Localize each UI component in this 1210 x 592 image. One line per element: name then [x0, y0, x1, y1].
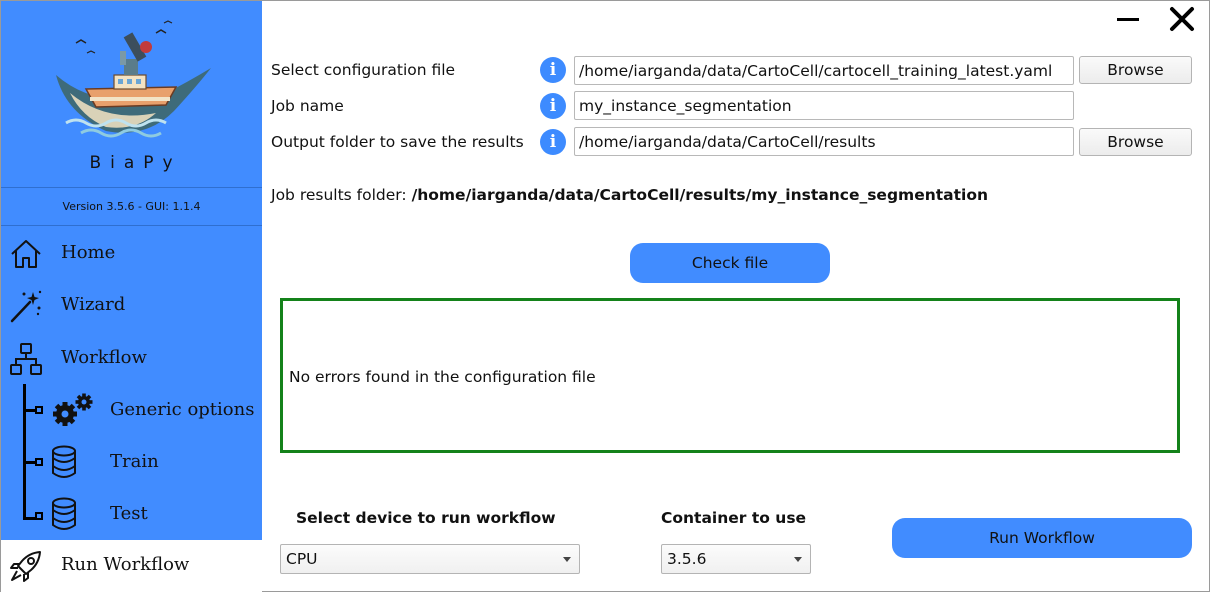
info-icon[interactable]: i: [540, 93, 566, 119]
sidebar-item-train[interactable]: Train: [1, 438, 262, 486]
tree-node: [35, 458, 43, 466]
output-folder-label: Output folder to save the results: [271, 133, 524, 151]
info-glyph: i: [549, 60, 557, 80]
sidebar-item-label: Test: [110, 503, 148, 524]
device-title: Select device to run workflow: [296, 509, 556, 527]
gears-icon: [53, 393, 93, 426]
app-window: BiaPy Version 3.5.6 - GUI: 1.1.4 Home Wi…: [0, 0, 1210, 592]
config-file-input[interactable]: [574, 56, 1074, 85]
config-browse-button[interactable]: Browse: [1079, 56, 1192, 84]
job-results-path: /home/iarganda/data/CartoCell/results/my…: [411, 186, 989, 204]
job-name-label: Job name: [271, 97, 344, 115]
biapy-logo: [56, 20, 211, 138]
sidebar-divider: [1, 225, 262, 226]
minimize-icon[interactable]: [1115, 7, 1141, 31]
sidebar-item-label: Run Workflow: [61, 554, 190, 575]
job-name-input[interactable]: [574, 91, 1074, 120]
output-folder-input[interactable]: [574, 127, 1074, 156]
logo-area: BiaPy: [1, 1, 262, 187]
run-workflow-button[interactable]: Run Workflow: [892, 518, 1192, 558]
device-selected-value: CPU: [286, 550, 318, 568]
sidebar-item-generic-options[interactable]: Generic options: [1, 386, 262, 434]
info-icon[interactable]: i: [540, 57, 566, 83]
info-glyph: i: [549, 132, 557, 152]
info-glyph: i: [549, 96, 557, 116]
job-results-folder: Job results folder: /home/iarganda/data/…: [271, 186, 988, 204]
magic-wand-icon: [10, 290, 42, 323]
check-result-box: No errors found in the configuration fil…: [280, 298, 1180, 453]
sidebar-item-label: Generic options: [110, 399, 255, 420]
sidebar-item-wizard[interactable]: Wizard: [1, 281, 262, 329]
database-icon: [52, 445, 76, 478]
rocket-icon: [10, 551, 41, 582]
device-select[interactable]: CPU: [280, 544, 580, 574]
container-selected-value: 3.5.6: [667, 550, 707, 568]
container-title: Container to use: [661, 509, 807, 527]
version-label: Version 3.5.6 - GUI: 1.1.4: [62, 200, 201, 213]
workflow-icon: [10, 343, 42, 375]
brand-name: BiaPy: [89, 153, 182, 173]
sidebar-item-run-workflow[interactable]: Run Workflow: [1, 540, 262, 592]
sidebar-item-home[interactable]: Home: [1, 229, 262, 277]
sidebar: BiaPy Version 3.5.6 - GUI: 1.1.4 Home Wi…: [1, 1, 262, 592]
tree-node: [35, 406, 43, 414]
chevron-down-icon: [563, 557, 571, 562]
sidebar-item-test[interactable]: Test: [1, 490, 262, 538]
job-results-label: Job results folder:: [271, 186, 407, 204]
sidebar-item-workflow[interactable]: Workflow: [1, 334, 262, 382]
info-icon[interactable]: i: [540, 129, 566, 155]
chevron-down-icon: [794, 557, 802, 562]
check-result-message: No errors found in the configuration fil…: [289, 368, 596, 386]
tree-node: [35, 512, 43, 520]
output-browse-button[interactable]: Browse: [1079, 128, 1192, 156]
sidebar-item-label: Train: [110, 451, 159, 472]
sidebar-item-label: Workflow: [61, 347, 147, 368]
config-file-label: Select configuration file: [271, 61, 456, 79]
check-file-button[interactable]: Check file: [630, 243, 830, 283]
container-select[interactable]: 3.5.6: [661, 544, 811, 574]
home-icon: [11, 240, 41, 268]
close-icon[interactable]: [1168, 5, 1196, 33]
sidebar-divider: [1, 187, 262, 188]
sidebar-item-label: Home: [61, 242, 116, 263]
sidebar-item-label: Wizard: [61, 294, 126, 315]
database-icon: [52, 497, 76, 530]
